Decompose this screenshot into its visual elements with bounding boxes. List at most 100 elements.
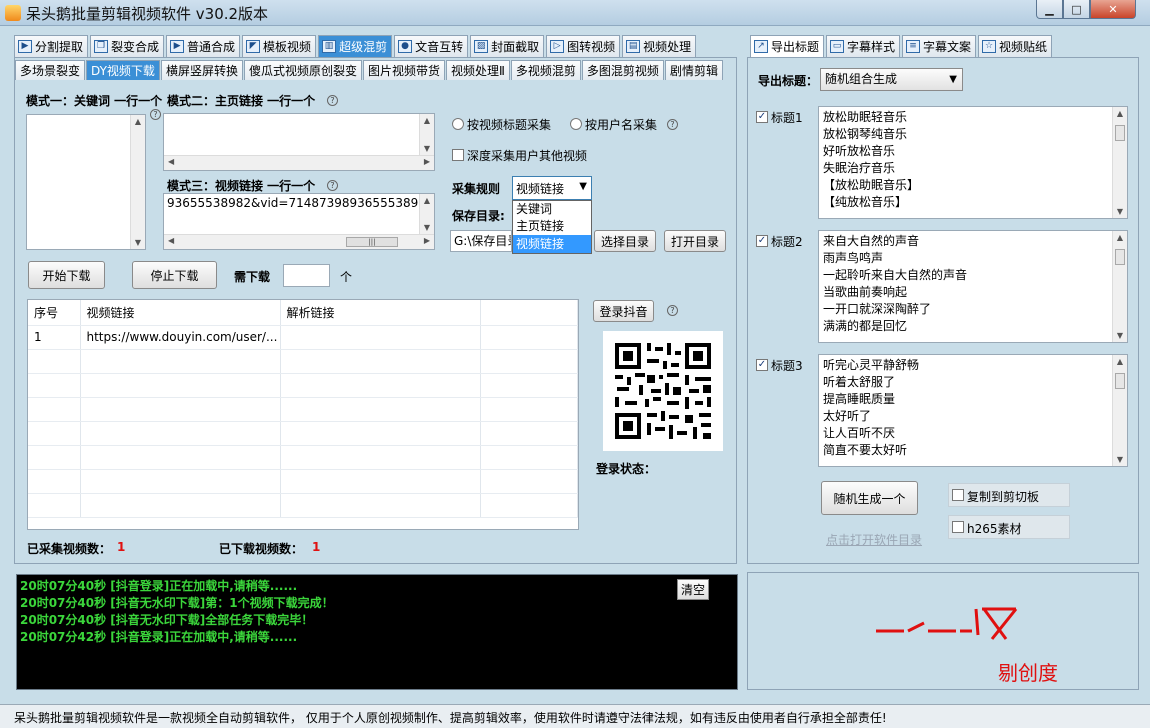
title3-checkbox[interactable]: ✓ <box>756 359 768 371</box>
table-row <box>28 349 578 374</box>
tab-template-video[interactable]: ◤ 模板视频 <box>242 35 317 57</box>
deep-collect-checkbox[interactable] <box>452 149 464 161</box>
tab-image-to-video[interactable]: ▷ 图转视频 <box>546 35 621 57</box>
scrollbar[interactable]: ▲ ▼ <box>1112 355 1127 466</box>
column-header-index[interactable]: 序号 <box>28 300 81 326</box>
keyword-textarea[interactable]: ▲ ▼ <box>26 114 146 250</box>
column-header-video-link[interactable]: 视频链接 <box>80 300 281 326</box>
scrollbar[interactable]: ▲ ▼ <box>419 114 434 155</box>
subtab-dy-download[interactable]: DY视频下载 <box>86 60 160 80</box>
table-row <box>28 493 578 518</box>
title-line: 放松助眠轻音乐 <box>823 110 908 124</box>
tab-cover-capture[interactable]: ▨ 封面截取 <box>470 35 545 57</box>
title-line: 简直不要太好听 <box>823 443 908 457</box>
tab-text-audio[interactable]: ● 文音互转 <box>394 35 469 57</box>
horizontal-scrollbar[interactable]: ◀ ||| ▶ <box>164 234 434 249</box>
arrow-up-icon: ▲ <box>134 117 142 126</box>
chevron-down-icon: ▼ <box>949 74 957 85</box>
cell <box>280 349 481 374</box>
homepage-link-textarea[interactable]: ▲ ▼ ◀ ▶ <box>163 113 435 171</box>
tab-normal-merge[interactable]: ▶ 普通合成 <box>166 35 241 57</box>
clear-log-button[interactable]: 清空 <box>677 579 709 600</box>
tab-super-mix[interactable]: ▥ 超级混剪 <box>318 35 393 57</box>
rule-option-video-link[interactable]: 视频链接 <box>513 235 591 253</box>
tab-export-title[interactable]: ↗ 导出标题 <box>750 35 825 57</box>
cell <box>80 349 281 374</box>
login-douyin-button[interactable]: 登录抖音 <box>593 300 654 322</box>
scrollbar[interactable]: ▲ ▼ <box>1112 231 1127 342</box>
rule-option-keyword[interactable]: 关键词 <box>513 201 591 218</box>
scroll-thumb[interactable]: ||| <box>346 237 398 247</box>
radio-by-user[interactable] <box>570 118 582 130</box>
play-icon: ▶ <box>170 40 185 53</box>
export-mode-select[interactable]: 随机组合生成 ▼ <box>820 68 963 91</box>
tab-subtitle-style[interactable]: ▭ 字幕样式 <box>826 35 901 57</box>
open-software-dir-link[interactable]: 点击打开软件目录 <box>826 531 922 548</box>
save-dir-input[interactable]: G:\保存目录 <box>450 230 512 252</box>
maximize-button[interactable]: □ <box>1063 0 1090 19</box>
arrow-up-icon: ▲ <box>1116 233 1124 242</box>
copy-clipboard-label: 复制到剪切板 <box>967 490 1040 504</box>
status-text: 呆头鹅批量剪辑视频软件是一款视频全自动剪辑软件， 仅用于个人原创视频制作、提高剪… <box>14 711 887 725</box>
subtab-image-video-sale[interactable]: 图片视频带货 <box>362 60 445 80</box>
subtab-multi-video-mix[interactable]: 多视频混剪 <box>510 60 581 80</box>
rule-select[interactable]: 视频链接 ▼ <box>512 176 592 200</box>
title-line: 雨声鸟鸣声 <box>823 251 884 265</box>
title3-textarea[interactable]: 听完心灵平静舒畅 听着太舒服了 提高睡眠质量 太好听了 让人百听不厌 简直不要太… <box>818 354 1128 467</box>
scroll-thumb[interactable] <box>1115 125 1125 141</box>
h265-checkbox[interactable] <box>952 521 964 533</box>
title1-textarea[interactable]: 放松助眠轻音乐 放松钢琴纯音乐 好听放松音乐 失眠治疗音乐 【放松助眠音乐】 【… <box>818 106 1128 219</box>
cell <box>480 397 578 422</box>
cell <box>280 373 481 398</box>
copy-clipboard-checkbox[interactable] <box>952 489 964 501</box>
help-icon[interactable]: ? <box>327 95 338 106</box>
title-line: 【纯放松音乐】 <box>823 195 908 209</box>
rule-option-homepage[interactable]: 主页链接 <box>513 218 591 235</box>
help-icon[interactable]: ? <box>667 305 678 316</box>
scroll-thumb[interactable] <box>1115 249 1125 265</box>
title-line: 失眠治疗音乐 <box>823 161 896 175</box>
scrollbar[interactable]: ▲ ▼ <box>130 115 145 249</box>
help-icon[interactable]: ? <box>327 180 338 191</box>
sub-tab-bar: 多场景裂变 DY视频下载 横屏竖屏转换 傻瓜式视频原创裂变 图片视频带货 视频处… <box>15 60 723 80</box>
random-generate-button[interactable]: 随机生成一个 <box>821 481 918 515</box>
help-icon[interactable]: ? <box>667 119 678 130</box>
subtab-multi-image-mix[interactable]: 多图混剪视频 <box>581 60 664 80</box>
download-count-input[interactable] <box>283 264 330 287</box>
column-header-parsed-link[interactable]: 解析链接 <box>280 300 481 326</box>
tab-subtitle-text[interactable]: ≡ 字幕文案 <box>902 35 977 57</box>
subtab-video-process-2[interactable]: 视频处理Ⅱ <box>445 60 510 80</box>
tab-split-extract[interactable]: ▶ 分割提取 <box>14 35 89 57</box>
radio-by-title[interactable] <box>452 118 464 130</box>
qr-code-icon <box>615 343 711 439</box>
tab-video-process[interactable]: ▤ 视频处理 <box>622 35 697 57</box>
cell <box>280 397 481 422</box>
subtab-easy-fission[interactable]: 傻瓜式视频原创裂变 <box>243 60 362 80</box>
start-download-button[interactable]: 开始下载 <box>28 261 105 289</box>
close-button[interactable]: ✕ <box>1090 0 1136 19</box>
subtitle-icon: ▭ <box>830 40 845 53</box>
title1-checkbox[interactable]: ✓ <box>756 111 768 123</box>
subtab-multi-scene[interactable]: 多场景裂变 <box>15 60 86 80</box>
title2-checkbox[interactable]: ✓ <box>756 235 768 247</box>
title2-textarea[interactable]: 来自大自然的声音 雨声鸟鸣声 一起聆听来自大自然的声音 当歌曲前奏响起 一开口就… <box>818 230 1128 343</box>
tab-fission-merge[interactable]: ❐ 裂变合成 <box>90 35 165 57</box>
arrow-down-icon: ▼ <box>1116 331 1124 340</box>
open-dir-button[interactable]: 打开目录 <box>664 230 726 252</box>
subtab-orientation[interactable]: 横屏竖屏转换 <box>160 60 243 80</box>
stop-download-button[interactable]: 停止下载 <box>132 261 217 289</box>
scrollbar[interactable]: ▲ ▼ <box>419 194 434 234</box>
subtab-story-edit[interactable]: 剧情剪辑 <box>664 60 723 80</box>
minimize-button[interactable]: ▁ <box>1036 0 1063 19</box>
table-row[interactable]: 1 https://www.douyin.com/user/... <box>28 325 578 350</box>
video-link-textarea[interactable]: 93655538982&vid=7148739893655538982 ▲ ▼ … <box>163 193 435 250</box>
rule-selected-value: 视频链接 <box>516 181 565 196</box>
horizontal-scrollbar[interactable]: ◀ ▶ <box>164 155 434 170</box>
scroll-thumb[interactable] <box>1115 373 1125 389</box>
help-icon[interactable]: ? <box>150 109 161 120</box>
choose-dir-button[interactable]: 选择目录 <box>594 230 656 252</box>
status-bar: 呆头鹅批量剪辑视频软件是一款视频全自动剪辑软件， 仅用于个人原创视频制作、提高剪… <box>0 704 1150 728</box>
tab-video-sticker[interactable]: ☆ 视频贴纸 <box>978 35 1053 57</box>
chevron-down-icon: ▼ <box>579 181 587 192</box>
scrollbar[interactable]: ▲ ▼ <box>1112 107 1127 218</box>
